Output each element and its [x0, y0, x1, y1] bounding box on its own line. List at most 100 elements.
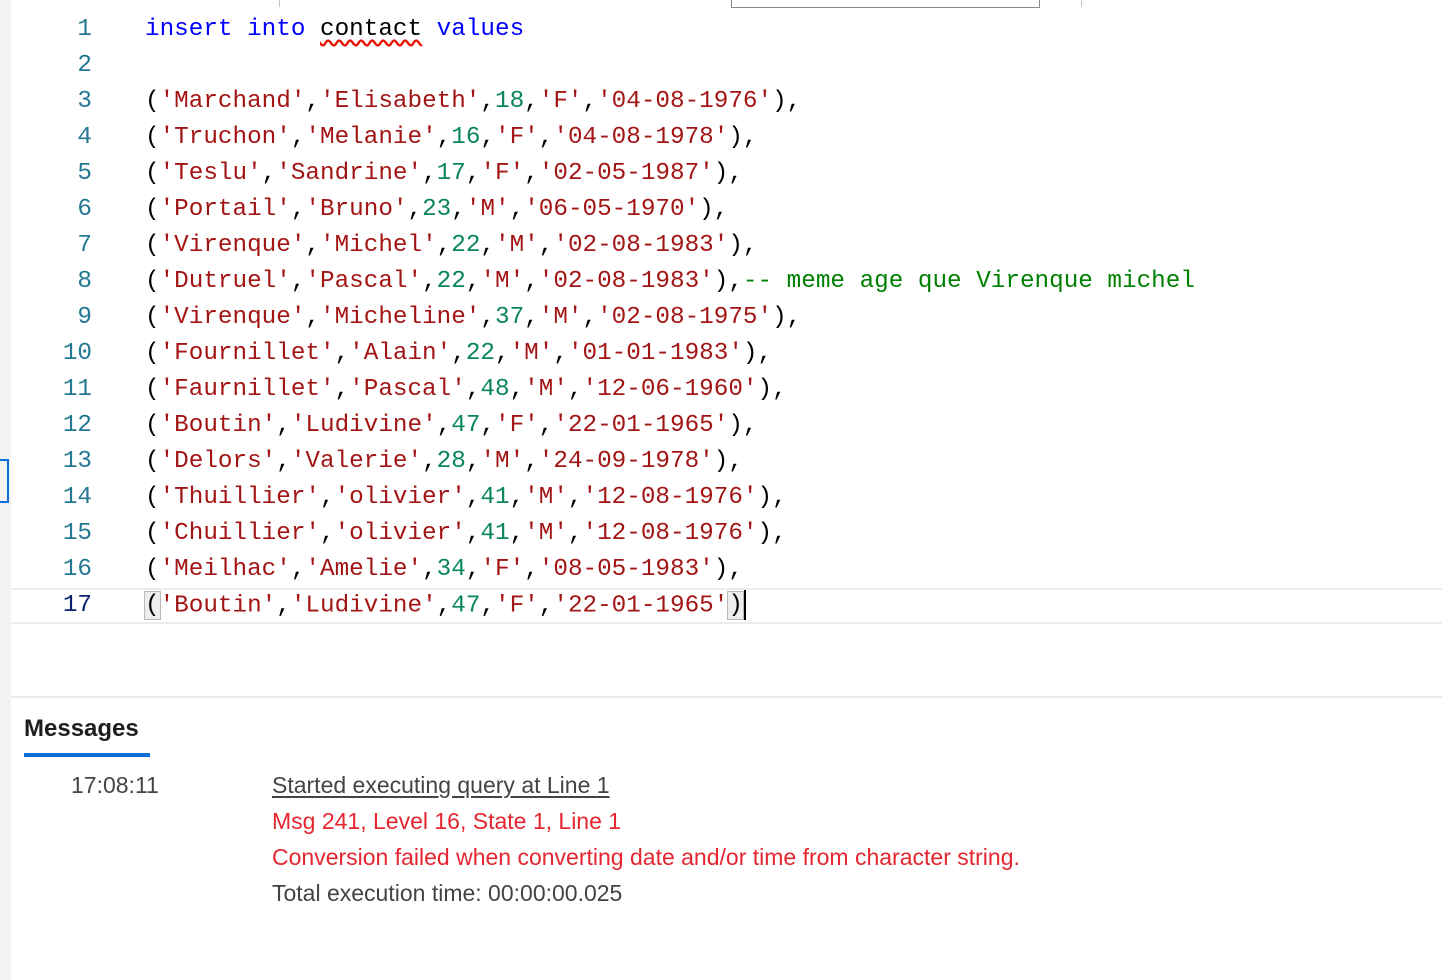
code-token: 'Boutin'	[159, 412, 277, 439]
code-text[interactable]: ('Fournillet','Alain',22,'M','01-01-1983…	[145, 336, 772, 372]
code-token: ,	[451, 340, 466, 367]
code-text[interactable]: ('Faurnillet','Pascal',48,'M','12-06-196…	[145, 372, 787, 408]
code-text[interactable]: ('Dutruel','Pascal',22,'M','02-08-1983')…	[145, 264, 1195, 300]
line-number: 9	[77, 304, 92, 331]
line-number: 1	[77, 16, 92, 43]
code-line[interactable]: 5 ('Teslu','Sandrine',17,'F','02-05-1987'…	[11, 156, 1442, 192]
code-text[interactable]: ('Marchand','Elisabeth',18,'F','04-08-19…	[145, 84, 801, 120]
code-token: 22	[451, 232, 481, 259]
code-text[interactable]: ('Thuillier','olivier',41,'M','12-08-197…	[145, 480, 787, 516]
code-token: ,	[422, 448, 437, 475]
code-line[interactable]: 15 ('Chuillier','olivier',41,'M','12-08-1…	[11, 516, 1442, 552]
code-text[interactable]: ('Portail','Bruno',23,'M','06-05-1970'),	[145, 192, 728, 228]
code-text[interactable]: ('Boutin','Ludivine',47,'F','22-01-1965'…	[145, 408, 758, 444]
code-text[interactable]: ('Boutin','Ludivine',47,'F','22-01-1965'…	[144, 590, 746, 622]
code-token: ,	[305, 232, 320, 259]
code-token: ),	[742, 340, 773, 367]
code-token: ),	[757, 520, 787, 547]
code-token: ,	[465, 160, 481, 187]
code-token: 'Fournillet'	[159, 340, 335, 367]
code-token: 'M'	[465, 196, 510, 223]
code-token: ,	[276, 448, 291, 475]
find-widget-edge[interactable]	[731, 0, 1040, 8]
code-line[interactable]: 17 ('Boutin','Ludivine',47,'F','22-01-196…	[11, 588, 1442, 624]
code-token: ),	[728, 124, 758, 151]
code-line[interactable]: 13 ('Delors','Valerie',28,'M','24-09-1978…	[11, 444, 1442, 480]
code-token: ,	[290, 556, 306, 583]
code-token: 'Virenque'	[159, 304, 306, 331]
code-token: ,	[422, 268, 437, 295]
code-line[interactable]: 4 ('Truchon','Melanie',16,'F','04-08-1978…	[11, 120, 1442, 156]
execution-time-message: Total execution time: 00:00:00.025	[272, 880, 623, 906]
code-text[interactable]: ('Truchon','Melanie',16,'F','04-08-1978'…	[145, 120, 758, 156]
code-text[interactable]: ('Meilhac','Amelie',34,'F','08-05-1983')…	[145, 552, 743, 588]
code-line[interactable]: 7 ('Virenque','Michel',22,'M','02-08-1983…	[11, 228, 1442, 264]
code-line[interactable]: 6 ('Portail','Bruno',23,'M','06-05-1970')…	[11, 192, 1442, 228]
code-token: (	[145, 232, 160, 259]
code-token: 'M'	[524, 520, 568, 547]
code-text[interactable]: ('Delors','Valerie',28,'M','24-09-1978')…	[145, 444, 743, 480]
code-token: 34	[436, 556, 466, 583]
code-token: ,	[538, 232, 554, 259]
line-number: 17	[62, 592, 92, 619]
code-token: 'Boutin'	[159, 592, 277, 620]
code-text[interactable]: ('Teslu','Sandrine',17,'F','02-05-1987')…	[145, 156, 743, 192]
code-token: 'Marchand'	[159, 88, 306, 115]
line-number: 12	[62, 412, 92, 439]
code-token: ,	[582, 88, 598, 115]
code-token: 'Dutruel'	[159, 268, 291, 295]
code-token: ,	[567, 484, 583, 511]
code-line[interactable]: 10 ('Fournillet','Alain',22,'M','01-01-19…	[11, 336, 1442, 372]
code-token: (	[145, 412, 160, 439]
code-line[interactable]: 11 ('Faurnillet','Pascal',48,'M','12-06-1…	[11, 372, 1442, 408]
code-token: 28	[436, 448, 466, 475]
selection-marker	[0, 459, 9, 503]
code-token: 'M'	[480, 448, 525, 475]
code-text[interactable]: ('Chuillier','olivier',41,'M','12-08-197…	[145, 516, 787, 552]
code-token: 'Sandrine'	[276, 160, 423, 187]
code-token: '02-08-1975'	[597, 304, 773, 331]
code-token: '02-08-1983'	[553, 232, 729, 259]
code-token: 'M'	[495, 232, 539, 259]
code-line[interactable]: 8 ('Dutruel','Pascal',22,'M','02-08-1983'…	[11, 264, 1442, 300]
code-line[interactable]: 9 ('Virenque','Micheline',37,'M','02-08-1…	[11, 300, 1442, 336]
code-token: 'Chuillier'	[159, 520, 320, 547]
code-token: 'Bruno'	[305, 196, 408, 223]
query-start-link[interactable]: Started executing query at Line 1	[272, 770, 610, 800]
code-token: 23	[422, 196, 452, 223]
code-line[interactable]: 3 ('Marchand','Elisabeth',18,'F','04-08-1…	[11, 84, 1442, 120]
code-token: )	[727, 591, 744, 621]
code-token: ,	[553, 340, 568, 367]
code-text[interactable]: ('Virenque','Michel',22,'M','02-08-1983'…	[145, 228, 758, 264]
code-token: '04-08-1978'	[553, 124, 729, 151]
code-token: 37	[494, 304, 525, 331]
code-line[interactable]: 14 ('Thuillier','olivier',41,'M','12-08-1…	[11, 480, 1442, 516]
code-token: ,	[290, 124, 306, 151]
code-token: 22	[436, 268, 466, 295]
tab-messages[interactable]: Messages	[24, 712, 139, 746]
code-line[interactable]: 16 ('Meilhac','Amelie',34,'F','08-05-1983…	[11, 552, 1442, 588]
code-token: ,	[480, 592, 496, 620]
code-line[interactable]: 1 insert into contact values	[11, 12, 1442, 48]
code-token: '02-05-1987'	[538, 160, 714, 187]
panel-divider-tick	[279, 0, 280, 7]
code-token: ,	[538, 592, 554, 620]
code-token: 47	[451, 412, 481, 439]
code-token: values	[436, 16, 525, 43]
line-number: 6	[77, 196, 92, 223]
code-text[interactable]: insert into contact values	[145, 12, 524, 48]
code-line[interactable]: 12 ('Boutin','Ludivine',47,'F','22-01-196…	[11, 408, 1442, 444]
results-divider[interactable]	[11, 696, 1442, 698]
active-tab-indicator	[24, 753, 150, 757]
code-line[interactable]: 2	[11, 48, 1442, 84]
code-token: 'F'	[495, 592, 539, 620]
code-editor[interactable]: 1 insert into contact values 2 3 ('Marchand'…	[11, 12, 1442, 642]
code-token: ,	[465, 520, 481, 547]
code-text[interactable]: ('Virenque','Micheline',37,'M','02-08-19…	[145, 300, 801, 336]
code-token: (	[144, 591, 161, 621]
line-number: 4	[77, 124, 92, 151]
code-token: '12-06-1960'	[582, 376, 758, 403]
code-token: (	[145, 88, 160, 115]
